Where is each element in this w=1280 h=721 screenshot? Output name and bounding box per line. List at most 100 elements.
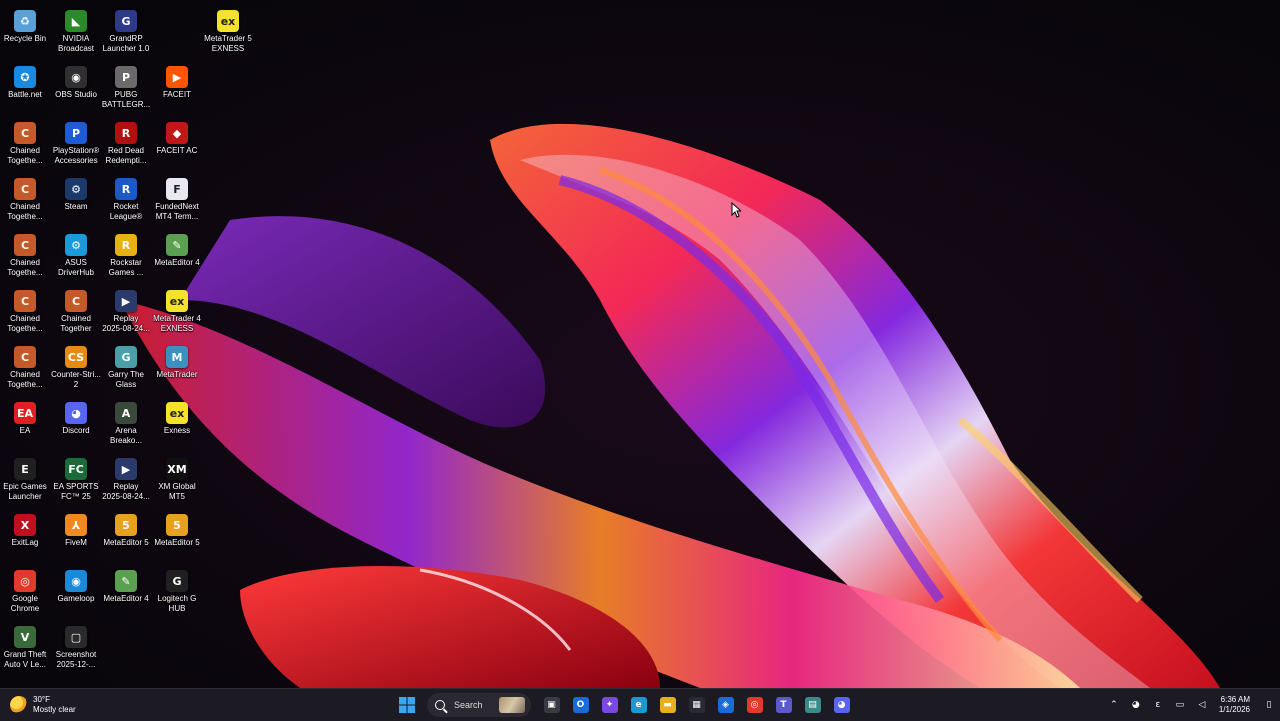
desktop-shortcut[interactable]: CS Counter-Stri... 2 [49,340,103,396]
defender-icon: ◈ [717,697,734,713]
start-button[interactable] [395,693,419,717]
clock[interactable]: 6:36 AM 1/1/2026 [1219,695,1250,715]
taskbar-app-button[interactable]: ▤ [801,693,825,717]
exness-icon: ex [166,402,188,424]
language-indicator[interactable]: ε [1150,695,1166,715]
fundednext-icon: F [166,178,188,200]
desktop-shortcut-label: Chained Togethe... [7,258,43,277]
desktop-shortcut[interactable]: G GrandRP Launcher 1.0 [99,4,153,60]
discord-icon: ◕ [65,402,87,424]
mouse-cursor-icon [731,202,741,218]
desktop-shortcut[interactable]: ✎ MetaEditor 4 [150,228,204,284]
desktop-shortcut[interactable]: E Epic Games Launcher [0,452,52,508]
desktop-shortcut[interactable]: C Chained Togethe... [0,340,52,396]
metaeditor4-icon: ✎ [115,570,137,592]
desktop-shortcut-label: Red Dead Redempti... [105,146,147,165]
desktop-shortcut[interactable]: ex Exness [150,396,204,452]
desktop-shortcut[interactable]: ♻ Recycle Bin [0,4,52,60]
desktop-shortcut[interactable]: A Arena Breako... [99,396,153,452]
taskbar-app-button[interactable]: O [569,693,593,717]
desktop-shortcut[interactable]: ◣ NVIDIA Broadcast [49,4,103,60]
desktop-shortcut[interactable]: P PUBG BATTLEGR... [99,60,153,116]
desktop-shortcut[interactable]: ▶ Replay 2025-08-24... [99,452,153,508]
taskbar-app-button[interactable]: ◈ [714,693,738,717]
taskbar-app-button[interactable]: T [772,693,796,717]
metaeditor5-icon: 5 [166,514,188,536]
desktop-shortcut[interactable]: ◕ Discord [49,396,103,452]
desktop-shortcut[interactable]: M MetaTrader [150,340,204,396]
desktop-shortcut[interactable]: ◆ FACEIT AC [150,116,204,172]
desktop-shortcut[interactable]: ◎ Google Chrome [0,564,52,620]
desktop-shortcut[interactable]: R Red Dead Redempti... [99,116,153,172]
desktop-shortcut-label: MetaEditor 5 [154,538,200,547]
desktop-shortcut[interactable]: F FundedNext MT4 Term... [150,172,204,228]
desktop-shortcut[interactable]: ◉ Gameloop [49,564,103,620]
desktop-shortcut[interactable]: ◉ OBS Studio [49,60,103,116]
red-dead-icon: R [115,122,137,144]
discord-tray-icon[interactable]: ◕ [1128,695,1144,715]
desktop-shortcut[interactable]: P PlayStation® Accessories [49,116,103,172]
show-hidden-icons-chevron-icon[interactable]: ⌃ [1106,695,1122,715]
desktop-shortcut[interactable]: R Rocket League® [99,172,153,228]
desktop-shortcut[interactable]: ex MetaTrader 4 EXNESS [150,284,204,340]
desktop-shortcut-label: MetaTrader [156,370,198,379]
desktop-shortcut[interactable]: X ExitLag [0,508,52,564]
desktop-shortcut-label: FACEIT AC [156,146,198,155]
faceit-ac-icon: ◆ [166,122,188,144]
volume-icon[interactable]: ◁ [1194,695,1210,715]
desktop-shortcut[interactable]: ▶ Replay 2025-08-24... [99,284,153,340]
desktop-shortcut[interactable]: FC EA SPORTS FC™ 25 [49,452,103,508]
desktop-shortcut[interactable]: 5 MetaEditor 5 [150,508,204,564]
desktop-shortcut[interactable]: C Chained Togethe... [0,172,52,228]
desktop-shortcut-label: Epic Games Launcher [3,482,47,501]
weather-widget[interactable]: 30°F Mostly clear [10,692,76,718]
taskbar-app-button[interactable]: ▬ [656,693,680,717]
desktop-shortcut[interactable]: ⚙ Steam [49,172,103,228]
taskbar-app-button[interactable]: e [627,693,651,717]
desktop-shortcut-label: Logitech G HUB [157,594,197,613]
desktop-shortcut[interactable]: EA EA [0,396,52,452]
desktop-shortcut[interactable]: C Chained Togethe... [0,284,52,340]
desktop-shortcut[interactable]: ▶ FACEIT [150,60,204,116]
taskbar-app-button[interactable]: ✦ [598,693,622,717]
chrome-icon: ◎ [14,570,36,592]
desktop-shortcut[interactable]: XM XM Global MT5 [150,452,204,508]
desktop-shortcut[interactable]: ✎ MetaEditor 4 [99,564,153,620]
weather-temperature: 30°F [33,695,50,704]
notification-bell-icon[interactable]: ▯ [1261,695,1277,715]
grandrp-icon: G [115,10,137,32]
desktop-shortcut[interactable]: C Chained Togethe... [0,228,52,284]
desktop-shortcut[interactable]: ▢ Screenshot 2025-12-... [49,620,103,676]
weather-moon-icon [10,696,28,714]
desktop-shortcut-label: Chained Togethe... [7,202,43,221]
desktop-shortcut-label: Screenshot 2025-12-... [55,650,97,669]
desktop-shortcut[interactable]: V Grand Theft Auto V Le... [0,620,52,676]
desktop-shortcut[interactable]: G Garry The Glass [99,340,153,396]
ea-fc-icon: FC [65,458,87,480]
taskbar-app-button[interactable]: ◎ [743,693,767,717]
taskbar-app-button[interactable]: ◕ [830,693,854,717]
taskbar-search-box[interactable]: Search [427,693,531,717]
taskbar-app-button[interactable]: ▦ [685,693,709,717]
discord-taskbar-icon: ◕ [833,697,850,713]
battlenet-icon: ✪ [14,66,36,88]
desktop-shortcut-label: FACEIT [162,90,191,99]
metaeditor5-icon: 5 [115,514,137,536]
chained-together-icon: C [14,178,36,200]
counter-strike-icon: CS [65,346,87,368]
desktop-shortcut[interactable]: ⚙ ASUS DriverHub [49,228,103,284]
network-icon[interactable]: ▭ [1172,695,1188,715]
desktop-shortcut[interactable]: C Chained Together [49,284,103,340]
search-highlight-image [499,697,525,713]
desktop-shortcut[interactable]: ✪ Battle.net [0,60,52,116]
desktop-shortcut[interactable]: C Chained Togethe... [0,116,52,172]
obs-icon: ◉ [65,66,87,88]
desktop-shortcut[interactable]: R Rockstar Games ... [99,228,153,284]
taskbar-app-button[interactable]: ▣ [540,693,564,717]
desktop-shortcut-label: MetaEditor 4 [154,258,200,267]
desktop-shortcut-label: MetaEditor 4 [103,594,149,603]
desktop-shortcut[interactable]: ex MetaTrader 5 EXNESS [201,4,255,60]
desktop-shortcut[interactable]: 5 MetaEditor 5 [99,508,153,564]
desktop-shortcut[interactable]: G Logitech G HUB [150,564,204,620]
desktop-shortcut[interactable]: ⅄ FiveM [49,508,103,564]
